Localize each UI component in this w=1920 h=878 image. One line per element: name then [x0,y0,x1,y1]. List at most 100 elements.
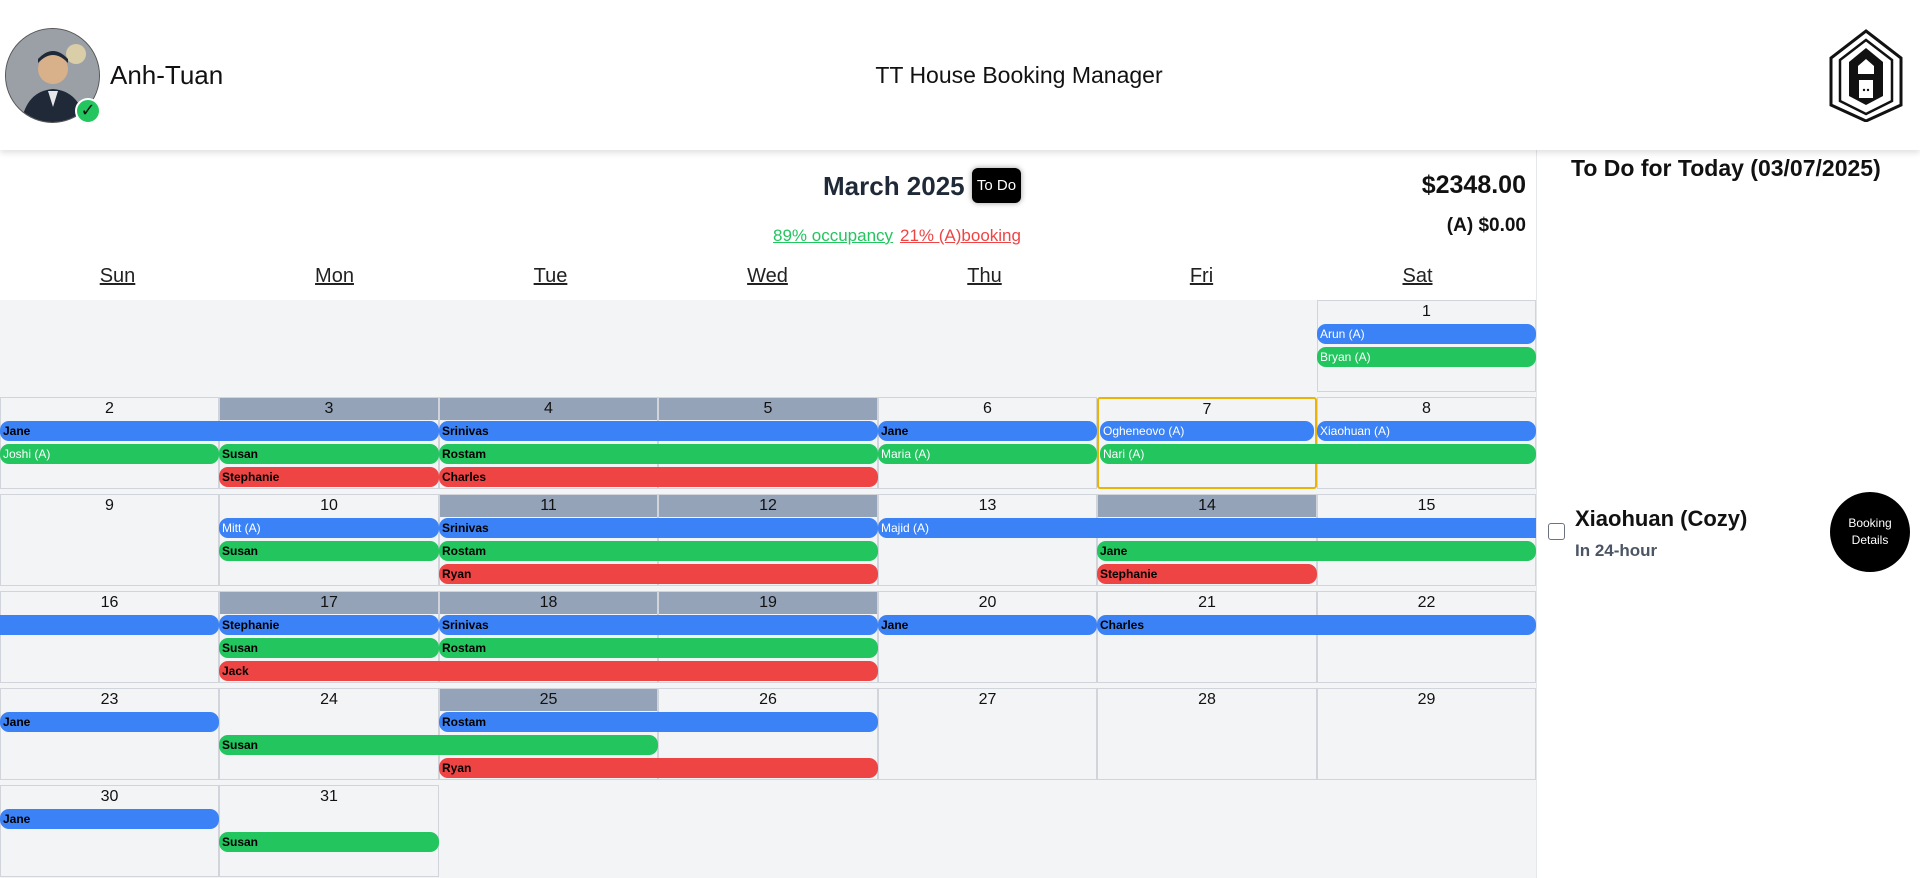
day-number: 29 [1417,691,1436,708]
total-amount: $2348.00 [1421,171,1526,199]
day-number: 12 [659,495,877,517]
day-cell-20[interactable]: 20 [878,591,1097,683]
booking-bar[interactable]: Jane [0,809,219,829]
day-cell-23[interactable]: 23 [0,688,219,780]
booking-bar[interactable]: Stephanie [1097,564,1317,584]
day-number: 2 [105,400,114,417]
day-cell-27[interactable]: 27 [878,688,1097,780]
todo-button[interactable]: To Do [972,168,1021,203]
day-number: 10 [320,497,338,514]
booking-bar[interactable]: Jane [878,615,1097,635]
day-number: 30 [100,788,119,805]
day-number: 23 [100,691,119,708]
booking-bar[interactable]: Jane [1097,541,1536,561]
booking-bar[interactable]: Jane [878,421,1097,441]
weekday-fri: Fri [1189,265,1214,287]
day-number: 31 [320,788,338,805]
a-booking-link[interactable]: 21% (A)booking [900,226,1021,246]
day-number: 26 [759,691,777,708]
day-cell-6[interactable]: 6 [878,397,1097,489]
booking-bar[interactable]: Mitt (A) [219,518,439,538]
day-cell-28[interactable]: 28 [1097,688,1317,780]
day-cell-1[interactable]: 1 [1317,300,1536,392]
top-header: ✓ Anh-Tuan TT House Booking Manager [0,0,1920,150]
day-number: 6 [983,400,992,417]
booking-bar[interactable]: Jane [0,421,439,441]
booking-bar[interactable]: Srinivas [439,421,878,441]
booking-bar[interactable] [0,615,219,635]
booking-bar[interactable]: Rostam [439,712,878,732]
day-number: 21 [1198,594,1216,611]
day-cell-31[interactable]: 31 [219,785,439,877]
booking-bar[interactable]: Jane [0,712,219,732]
day-number: 25 [440,689,657,711]
day-number: 8 [1422,400,1431,417]
booking-bar[interactable]: Charles [1097,615,1536,635]
day-number: 14 [1098,495,1316,517]
day-number: 11 [440,495,657,517]
day-number: 4 [440,398,657,420]
booking-bar[interactable]: Nari (A) [1100,444,1536,464]
booking-bar[interactable]: Ryan [439,758,878,778]
todo-item-name: Xiaohuan (Cozy) [1575,506,1748,531]
booking-bar[interactable]: Stephanie [219,467,439,487]
day-cell-24[interactable]: 24 [219,688,439,780]
booking-bar[interactable]: Charles [439,467,878,487]
house-logo-icon[interactable] [1828,28,1904,122]
booking-bar[interactable]: Bryan (A) [1317,347,1536,367]
booking-bar[interactable]: Stephanie [219,615,439,635]
day-cell-21[interactable]: 21 [1097,591,1317,683]
occupancy-link[interactable]: 89% occupancy [773,226,893,246]
day-cell-16[interactable]: 16 [0,591,219,683]
booking-bar[interactable]: Rostam [439,541,878,561]
day-number: 1 [1422,303,1431,320]
day-cell-29[interactable]: 29 [1317,688,1536,780]
booking-bar[interactable]: Ogheneovo (A) [1100,421,1314,441]
booking-bar[interactable]: Xiaohuan (A) [1317,421,1536,441]
day-number: 13 [978,497,997,514]
day-number: 24 [320,691,338,708]
booking-bar[interactable]: Joshi (A) [0,444,219,464]
booking-bar[interactable]: Srinivas [439,615,878,635]
day-cell-22[interactable]: 22 [1317,591,1536,683]
day-cell-15[interactable]: 15 [1317,494,1536,586]
booking-bar[interactable]: Susan [219,541,439,561]
day-number: 9 [105,497,114,514]
a-total-amount: (A) $0.00 [1446,215,1526,236]
day-cell-30[interactable]: 30 [0,785,219,877]
app-title: TT House Booking Manager [875,62,1163,88]
day-number: 18 [440,592,657,614]
weekday-wed: Wed [747,265,788,287]
booking-details-button[interactable]: Booking Details [1830,492,1910,572]
booking-bar[interactable]: Susan [219,444,439,464]
todo-checkbox[interactable] [1548,523,1565,540]
booking-bar[interactable]: Susan [219,832,439,852]
weekday-tue: Tue [533,265,568,287]
check-icon: ✓ [75,98,101,124]
day-cell-13[interactable]: 13 [878,494,1097,586]
month-title: March 2025 [823,171,965,201]
day-cell-7-today[interactable]: 7 [1097,397,1317,489]
weekday-thu: Thu [967,265,1002,287]
weekday-sat: Sat [1402,265,1433,287]
day-number: 19 [659,592,877,614]
booking-bar[interactable]: Arun (A) [1317,324,1536,344]
day-number: 5 [659,398,877,420]
day-cell-2[interactable]: 2 [0,397,219,489]
todo-title: To Do for Today (03/07/2025) [1571,155,1881,181]
day-cell-9[interactable]: 9 [0,494,219,586]
day-number: 16 [100,594,119,611]
day-number: 3 [220,398,438,420]
booking-bar[interactable]: Majid (A) [878,518,1536,538]
booking-bar[interactable]: Rostam [439,638,878,658]
day-number: 22 [1417,594,1436,611]
booking-bar[interactable]: Jack [219,661,878,681]
booking-bar[interactable]: Maria (A) [878,444,1097,464]
day-cell-8[interactable]: 8 [1317,397,1536,489]
booking-bar[interactable]: Ryan [439,564,878,584]
booking-bar[interactable]: Susan [219,638,439,658]
day-cell-10[interactable]: 10 [219,494,439,586]
booking-bar[interactable]: Susan [219,735,658,755]
booking-bar[interactable]: Srinivas [439,518,878,538]
booking-bar[interactable]: Rostam [439,444,878,464]
